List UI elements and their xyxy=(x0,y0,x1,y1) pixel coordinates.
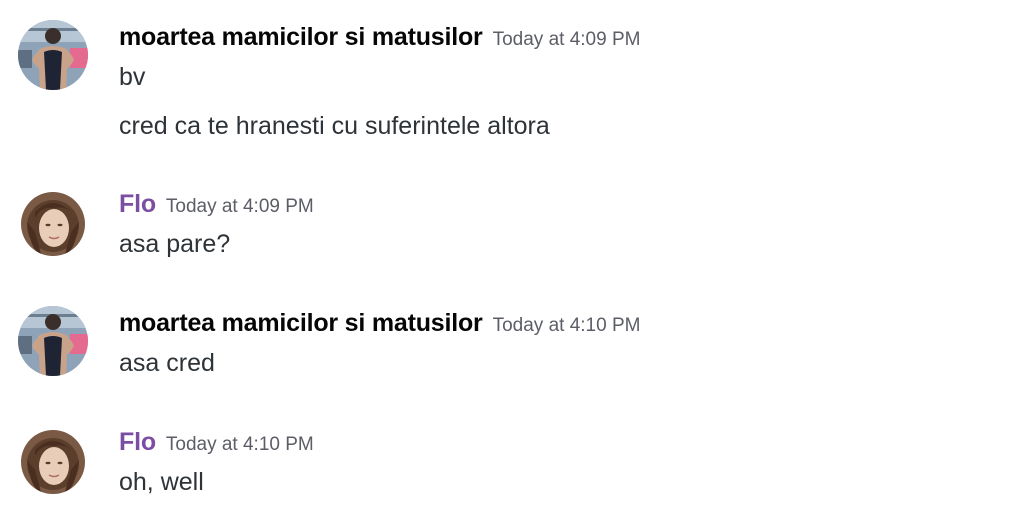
author-name[interactable]: moartea mamicilor si matusilor xyxy=(119,23,483,51)
gym-avatar-icon xyxy=(18,306,88,376)
message-header: moartea mamicilor si matusilor Today at 4… xyxy=(119,306,640,344)
avatar[interactable] xyxy=(21,192,85,256)
message-group: Flo Today at 4:09 PM asa pare? xyxy=(0,187,1024,267)
message-text: cred ca te hranesti cu suferintele altor… xyxy=(119,112,550,140)
gym-avatar-icon xyxy=(18,20,88,90)
message-text: asa cred xyxy=(119,349,215,377)
message-text: bv xyxy=(119,63,146,91)
message-group: moartea mamicilor si matusilor Today at 4… xyxy=(0,20,1024,170)
timestamp[interactable]: Today at 4:10 PM xyxy=(493,315,641,336)
message-header: moartea mamicilor si matusilor Today at 4… xyxy=(119,20,640,58)
portrait-avatar-icon xyxy=(21,192,85,256)
message-group: Flo Today at 4:10 PM oh, well xyxy=(0,425,1024,505)
timestamp[interactable]: Today at 4:09 PM xyxy=(166,196,314,217)
author-name[interactable]: moartea mamicilor si matusilor xyxy=(119,309,483,337)
message-text: asa pare? xyxy=(119,230,231,258)
message-header: Flo Today at 4:09 PM xyxy=(119,187,314,225)
avatar[interactable] xyxy=(18,306,88,376)
author-name[interactable]: Flo xyxy=(119,428,156,456)
avatar[interactable] xyxy=(18,20,88,90)
message-text: oh, well xyxy=(119,468,204,496)
timestamp[interactable]: Today at 4:09 PM xyxy=(493,29,641,50)
avatar[interactable] xyxy=(21,430,85,494)
portrait-avatar-icon xyxy=(21,430,85,494)
author-name[interactable]: Flo xyxy=(119,190,156,218)
message-header: Flo Today at 4:10 PM xyxy=(119,425,314,463)
message-group: moartea mamicilor si matusilor Today at 4… xyxy=(0,306,1024,386)
timestamp[interactable]: Today at 4:10 PM xyxy=(166,434,314,455)
